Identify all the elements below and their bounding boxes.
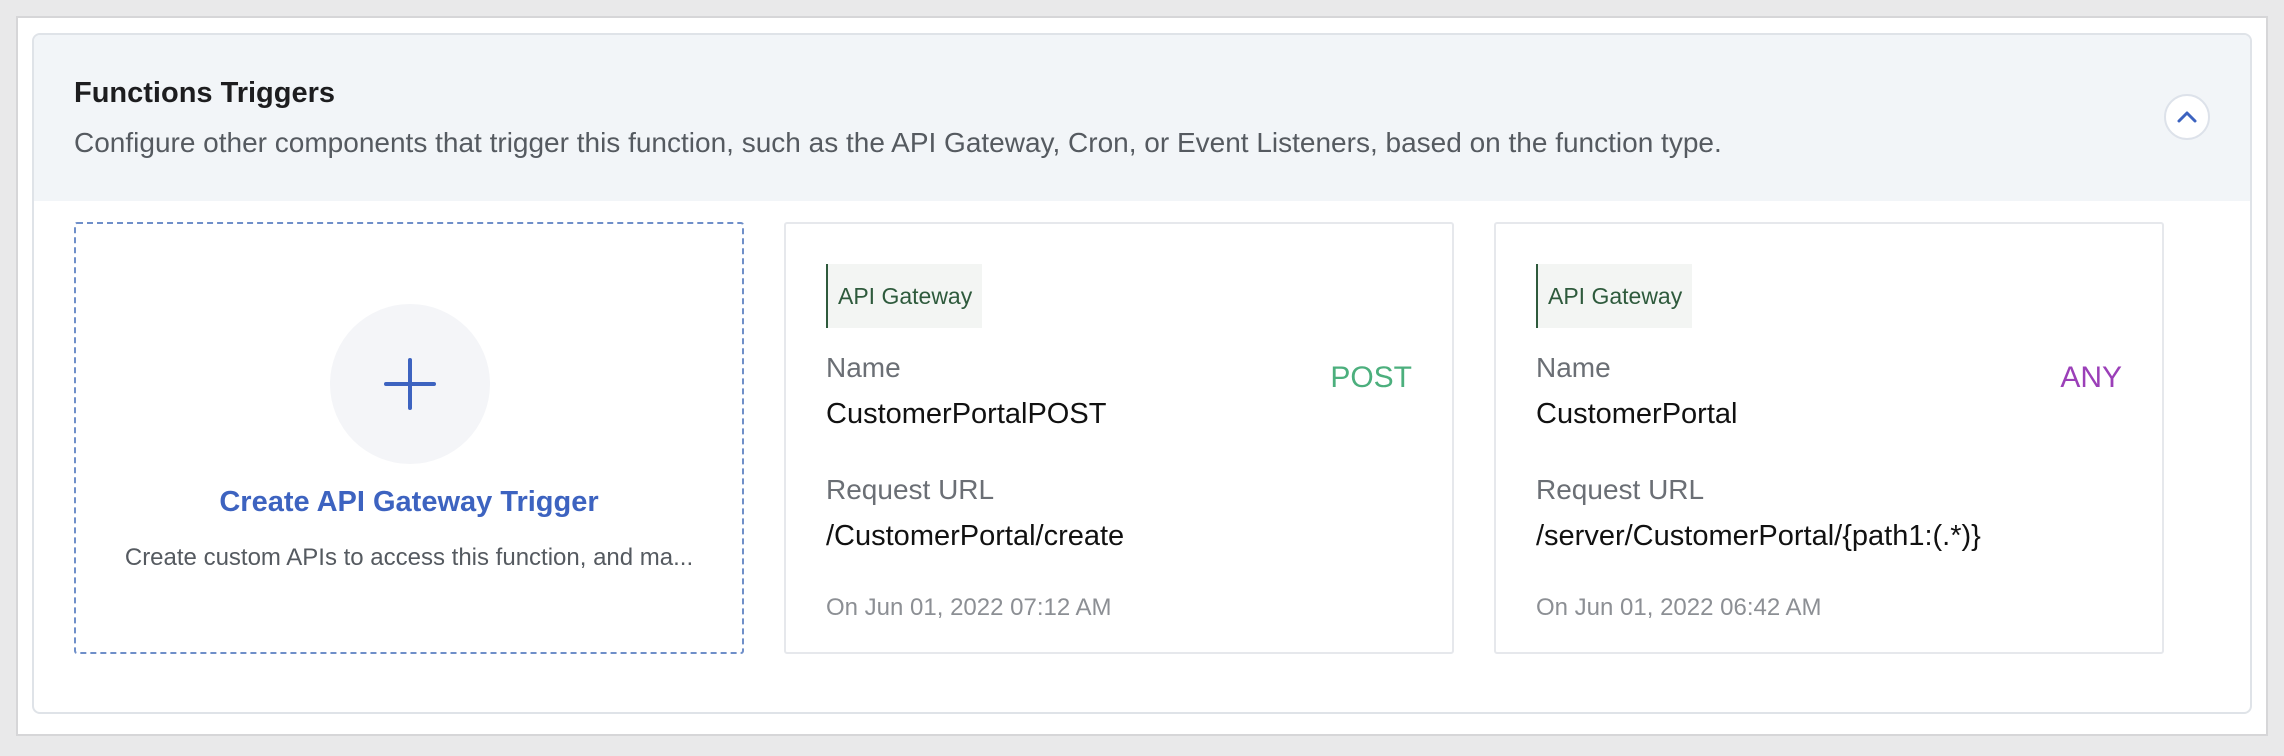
trigger-card[interactable]: API Gateway Name CustomerPortal ANY Requ…: [1494, 222, 2164, 654]
name-label: Name: [1536, 352, 1611, 383]
create-trigger-title[interactable]: Create API Gateway Trigger: [76, 486, 742, 519]
section-title: Functions Triggers: [74, 77, 336, 109]
created-timestamp: On Jun 01, 2022 07:12 AM: [826, 594, 1112, 621]
plus-icon: [384, 358, 436, 410]
request-url-label: Request URL: [826, 474, 995, 505]
request-url-value: /CustomerPortal/create: [826, 520, 1125, 552]
trigger-type-tag: API Gateway: [826, 264, 983, 328]
name-label: Name: [826, 352, 901, 383]
chevron-up-icon: [2177, 111, 2197, 123]
http-method-badge: ANY: [2060, 361, 2122, 394]
panel-header: Functions Triggers Configure other compo…: [34, 35, 2250, 201]
trigger-name: CustomerPortalPOST: [826, 398, 1107, 430]
created-timestamp: On Jun 01, 2022 06:42 AM: [1536, 594, 1822, 621]
create-trigger-description: Create custom APIs to access this functi…: [124, 544, 694, 571]
trigger-type-tag: API Gateway: [1536, 264, 1693, 328]
section-description: Configure other components that trigger …: [74, 127, 1722, 158]
request-url-value: /server/CustomerPortal/{path1:(.*)}: [1536, 520, 1981, 552]
trigger-name: CustomerPortal: [1536, 398, 1738, 430]
create-api-gateway-trigger-card[interactable]: Create API Gateway Trigger Create custom…: [74, 222, 744, 654]
request-url-label: Request URL: [1536, 474, 1705, 505]
collapse-button[interactable]: [2164, 94, 2210, 140]
http-method-badge: POST: [1330, 361, 1412, 394]
functions-triggers-panel: Functions Triggers Configure other compo…: [32, 33, 2252, 714]
trigger-card[interactable]: API Gateway Name CustomerPortalPOST POST…: [784, 222, 1454, 654]
add-trigger-button[interactable]: [330, 304, 490, 464]
